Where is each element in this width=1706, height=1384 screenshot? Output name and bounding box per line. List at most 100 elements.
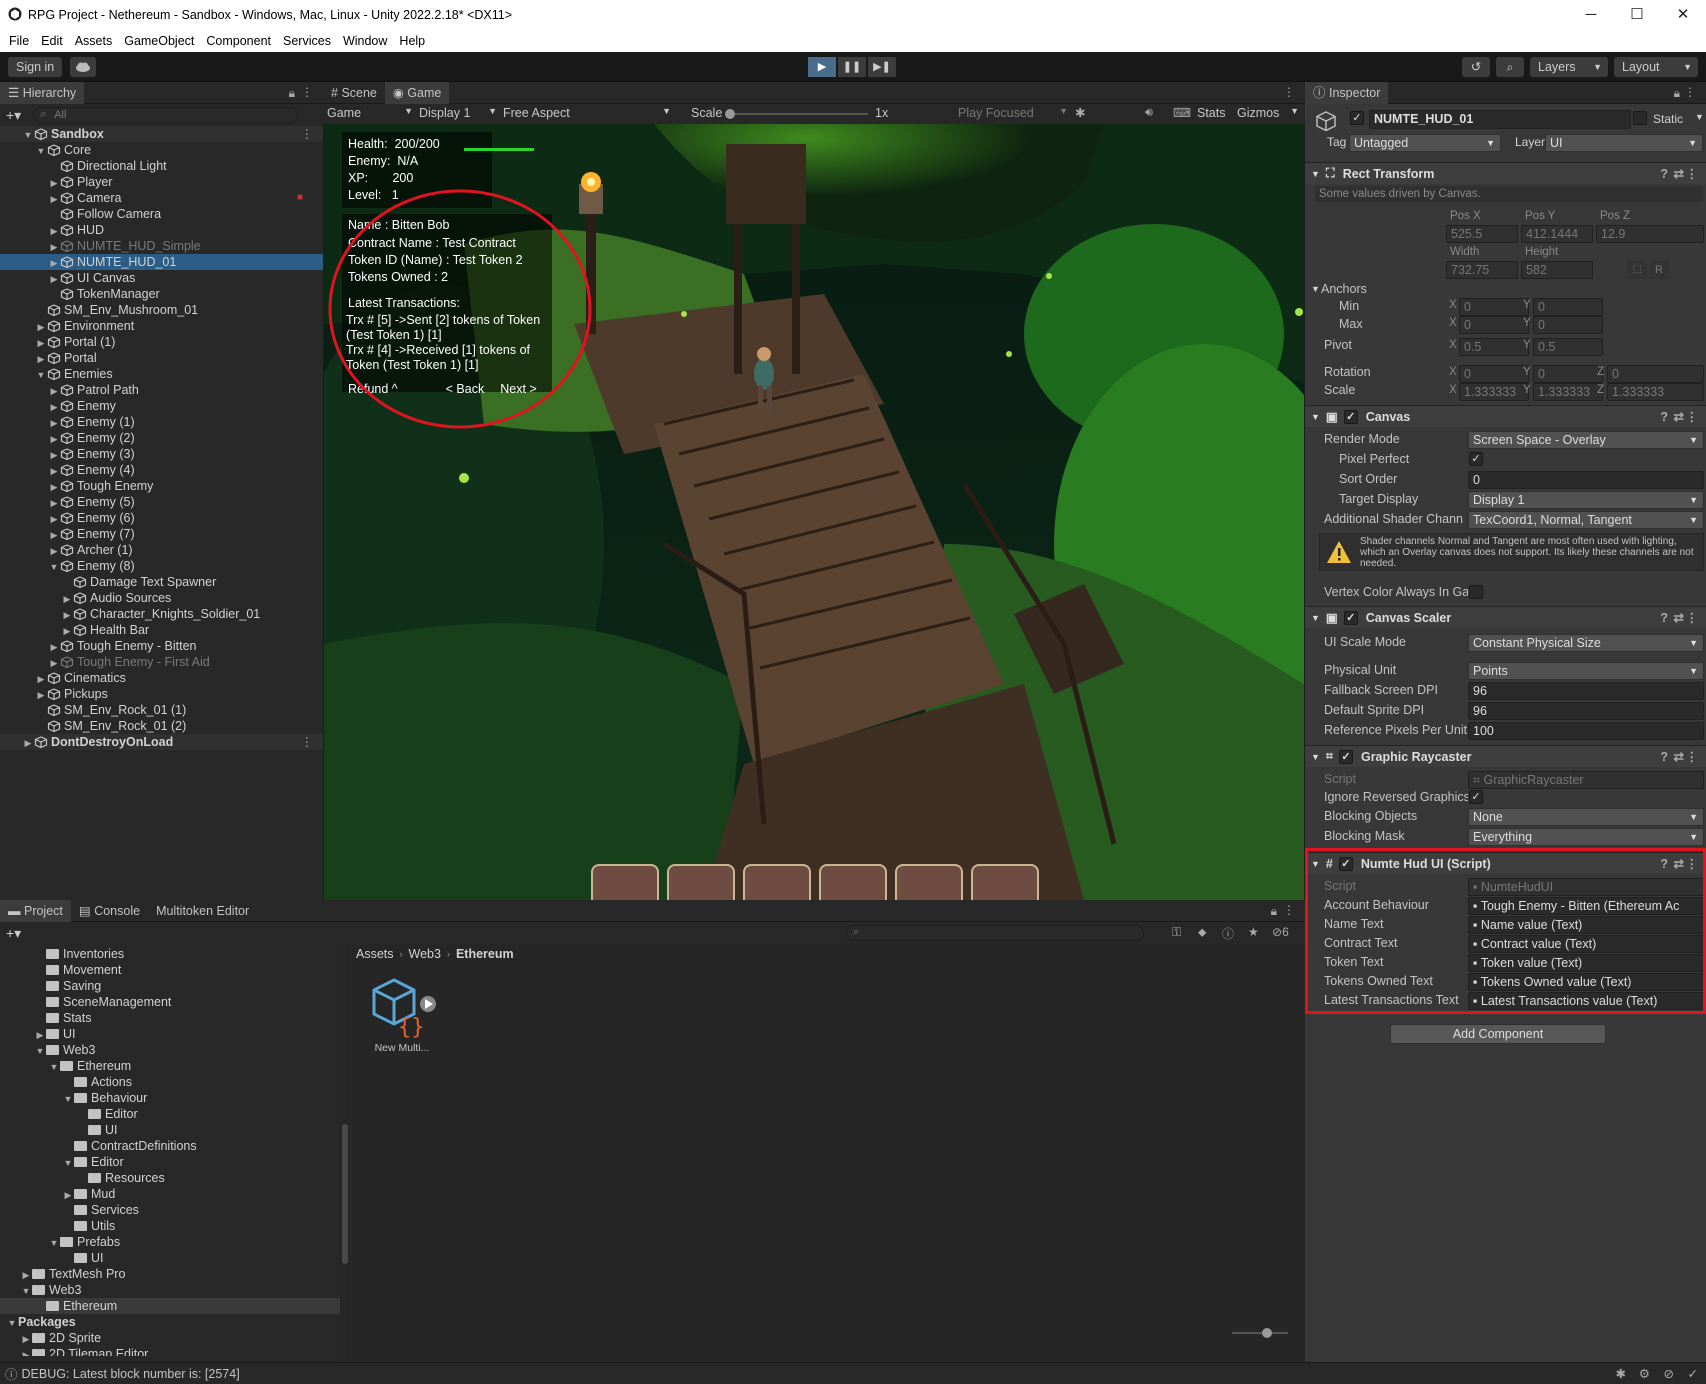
width-field[interactable]: 732.75: [1446, 261, 1518, 279]
pivot-y-field[interactable]: 0.5: [1533, 338, 1603, 356]
kebab-menu-icon[interactable]: ⋮: [1686, 409, 1699, 424]
chevron-right-icon[interactable]: ▶: [48, 447, 60, 463]
chevron-down-icon[interactable]: ▼: [48, 559, 60, 575]
project-folder-item[interactable]: Inventories: [0, 946, 340, 962]
rotation-y-field[interactable]: 0: [1533, 365, 1603, 383]
chevron-right-icon[interactable]: ▶: [48, 527, 60, 543]
project-folder-item[interactable]: Resources: [0, 1170, 340, 1186]
hierarchy-item[interactable]: ▼ Enemies: [0, 366, 323, 382]
chevron-right-icon[interactable]: ▶: [48, 399, 60, 415]
chevron-right-icon[interactable]: ▶: [20, 1331, 32, 1347]
audio-icon[interactable]: 🔊︎: [1145, 105, 1153, 120]
bug-icon[interactable]: ✱: [1075, 105, 1085, 120]
chevron-right-icon[interactable]: ▶: [61, 591, 73, 607]
hierarchy-item[interactable]: ▶ Pickups: [0, 686, 323, 702]
chevron-right-icon[interactable]: ▶: [22, 735, 34, 751]
layers-dropdown[interactable]: Layers ▼: [1530, 57, 1608, 77]
render-mode-dropdown[interactable]: Screen Space - Overlay ▼: [1468, 431, 1704, 449]
fallback-dpi-field[interactable]: 96: [1468, 682, 1704, 700]
posx-field[interactable]: 525.5: [1446, 225, 1518, 243]
project-folder-item[interactable]: ▼ Editor: [0, 1154, 340, 1170]
tab-game[interactable]: ◉ Game: [384, 81, 450, 104]
chevron-right-icon[interactable]: ▶: [48, 463, 60, 479]
tab-hierarchy[interactable]: ☰ Hierarchy: [0, 81, 85, 104]
shader-channels-dropdown[interactable]: TexCoord1, Normal, Tangent ▼: [1468, 511, 1704, 529]
chevron-down-icon[interactable]: ▼: [1311, 284, 1320, 294]
chevron-right-icon[interactable]: ▶: [48, 415, 60, 431]
action-slot[interactable]: [743, 864, 811, 900]
sign-in-button[interactable]: Sign in: [8, 57, 63, 77]
minimize-button[interactable]: ─: [1568, 0, 1614, 30]
menu-component[interactable]: Component: [206, 34, 271, 48]
hierarchy-item[interactable]: TokenManager: [0, 286, 323, 302]
pause-button[interactable]: ❚❚: [838, 57, 866, 77]
hierarchy-item[interactable]: ▶ Health Bar: [0, 622, 323, 638]
tab-scene[interactable]: # Scene: [323, 82, 385, 104]
hierarchy-item[interactable]: ▶ Enemy (7): [0, 526, 323, 542]
canvas-scaler-header[interactable]: ▼ ▣ ✓ Canvas Scaler ? ⇄ ⋮: [1305, 606, 1706, 628]
project-folder-item[interactable]: Ethereum: [0, 1298, 340, 1314]
asset-item[interactable]: {} New Multi...: [370, 976, 442, 1066]
play-focused-dropdown[interactable]: Play Focused ▼: [958, 106, 1068, 120]
project-folder-item[interactable]: ▼ Packages: [0, 1314, 340, 1330]
height-field[interactable]: 582: [1521, 261, 1593, 279]
hierarchy-search-input[interactable]: ⌕ All: [33, 107, 299, 123]
project-folder-item[interactable]: ▼ Behaviour: [0, 1090, 340, 1106]
menu-gameobject[interactable]: GameObject: [124, 34, 194, 48]
chevron-right-icon[interactable]: ▶: [48, 191, 60, 207]
hierarchy-item[interactable]: Damage Text Spawner: [0, 574, 323, 590]
project-folder-item[interactable]: ▼ Web3: [0, 1282, 340, 1298]
project-folder-item[interactable]: ▼ Prefabs: [0, 1234, 340, 1250]
chevron-right-icon[interactable]: ▶: [61, 607, 73, 623]
menu-services[interactable]: Services: [283, 34, 331, 48]
chevron-down-icon[interactable]: ▼: [62, 1155, 74, 1171]
chevron-down-icon[interactable]: ▼: [1695, 112, 1704, 122]
chevron-right-icon[interactable]: ▶: [48, 511, 60, 527]
action-slot[interactable]: [591, 864, 659, 900]
breadcrumb-ethereum[interactable]: Ethereum: [456, 947, 514, 961]
game-mode-dropdown[interactable]: Game ▼: [327, 106, 413, 120]
tag-dropdown[interactable]: Untagged ▼: [1349, 134, 1501, 152]
chevron-right-icon[interactable]: ▶: [35, 351, 47, 367]
rect-transform-header[interactable]: ▼ ⛶ Rect Transform ? ⇄ ⋮: [1305, 162, 1706, 184]
hierarchy-item[interactable]: ▶ Enemy (3): [0, 446, 323, 462]
chevron-right-icon[interactable]: ▶: [48, 655, 60, 671]
tab-multitoken-editor[interactable]: Multitoken Editor: [148, 900, 257, 922]
ignore-reversed-checkbox[interactable]: ✓: [1469, 790, 1483, 804]
kebab-menu-icon[interactable]: ⋮: [301, 85, 313, 99]
hierarchy-item[interactable]: ▶ Camera ■: [0, 190, 323, 206]
kebab-menu-icon[interactable]: ⋮: [301, 126, 314, 142]
project-folder-item[interactable]: ▶ TextMesh Pro: [0, 1266, 340, 1282]
hierarchy-item[interactable]: SM_Env_Rock_01 (2): [0, 718, 323, 734]
graphic-raycaster-header[interactable]: ▼ ⌗ ✓ Graphic Raycaster ? ⇄ ⋮: [1305, 745, 1706, 767]
icon-size-slider[interactable]: [1232, 1328, 1288, 1338]
hierarchy-item[interactable]: ▶ Character_Knights_Soldier_01: [0, 606, 323, 622]
kebab-menu-icon[interactable]: ⋮: [1686, 610, 1699, 625]
check-icon[interactable]: ✓: [1688, 1366, 1698, 1381]
hierarchy-item[interactable]: ▶ Patrol Path: [0, 382, 323, 398]
preset-icon[interactable]: ⇄: [1674, 409, 1684, 424]
blueprint-mode-button[interactable]: ⬚: [1627, 261, 1647, 279]
chevron-right-icon[interactable]: ▶: [48, 271, 60, 287]
chevron-down-icon[interactable]: ▼: [48, 1059, 60, 1075]
hierarchy-item[interactable]: ▶ Cinematics: [0, 670, 323, 686]
chevron-right-icon[interactable]: ▶: [48, 479, 60, 495]
add-component-button[interactable]: Add Component: [1390, 1024, 1606, 1044]
progress-icon[interactable]: ⚙: [1639, 1366, 1650, 1381]
chevron-right-icon[interactable]: ▶: [48, 383, 60, 399]
hierarchy-item[interactable]: ▶ Environment: [0, 318, 323, 334]
project-folder-item[interactable]: ContractDefinitions: [0, 1138, 340, 1154]
folder-tree-scrollbar[interactable]: [340, 944, 350, 1362]
hierarchy-item[interactable]: ▶ Enemy (2): [0, 430, 323, 446]
blocking-mask-dropdown[interactable]: Everything ▼: [1468, 828, 1704, 846]
canvas-enabled-checkbox[interactable]: ✓: [1343, 409, 1358, 424]
canvas-scaler-enabled-checkbox[interactable]: ✓: [1343, 610, 1358, 625]
hierarchy-item[interactable]: ▶ Tough Enemy - First Aid: [0, 654, 323, 670]
chevron-down-icon[interactable]: ▼: [20, 1283, 32, 1299]
cloud-button[interactable]: [70, 57, 96, 77]
kebab-menu-icon[interactable]: ⋮: [1686, 166, 1699, 181]
hierarchy-item[interactable]: ▶ NUMTE_HUD_01: [0, 254, 323, 270]
tab-project[interactable]: ▬ Project: [0, 899, 71, 922]
stats-button[interactable]: Stats: [1197, 106, 1226, 120]
display-dropdown[interactable]: Display 1 ▼: [419, 106, 497, 120]
